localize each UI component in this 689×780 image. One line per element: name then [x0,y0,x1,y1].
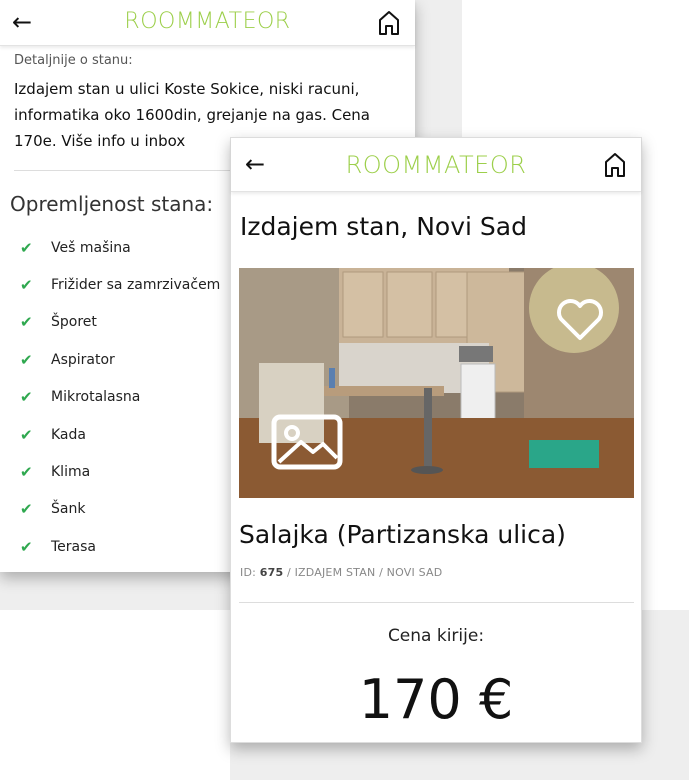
check-icon: ✔ [20,276,33,295]
check-icon: ✔ [20,425,33,444]
amenity-item: ✔ Klima [20,453,220,490]
amenity-item: ✔ Terasa [20,528,220,565]
id-label: ID: [240,566,257,579]
amenity-item: ✔ Mikrotalasna [20,379,220,416]
listing-title: Izdajem stan, Novi Sad [240,212,527,241]
details-label: Detaljnije o stanu: [14,53,133,68]
amenity-label: Klima [51,464,91,481]
location-title: Salajka (Partizanska ulica) [239,520,566,549]
app-logo: ROOMMATEOR [124,9,291,34]
amenity-label: Aspirator [51,351,115,368]
check-icon: ✔ [20,500,33,519]
amenity-item: ✔ Frižider sa zamrzivačem [20,266,220,303]
amenity-item: ✔ Kada [20,416,220,453]
heart-icon[interactable] [556,298,604,342]
amenity-label: Kada [51,426,86,443]
amenity-label: Veš mašina [51,239,131,256]
divider [239,602,634,603]
amenity-item: ✔ Aspirator [20,341,220,378]
breadcrumb: / IZDAJEM STAN / NOVI SAD [287,566,443,579]
amenity-label: Mikrotalasna [51,389,141,406]
app-logo: ROOMMATEOR [345,151,527,179]
equipment-title: Opremljenost stana: [10,192,214,216]
check-icon: ✔ [20,350,33,369]
listing-screen: ← ROOMMATEOR Izdajem stan, Novi Sad Sala… [230,137,642,743]
check-icon: ✔ [20,388,33,407]
check-icon: ✔ [20,537,33,556]
price-label: Cena kirije: [387,626,485,646]
check-icon: ✔ [20,463,33,482]
top-bar: ← ROOMMATEOR [231,138,641,192]
amenity-item: ✔ Šporet [20,304,220,341]
amenity-label: Šporet [51,314,97,331]
home-icon[interactable] [603,152,627,178]
amenity-label: Frižider sa zamrzivačem [51,277,221,294]
check-icon: ✔ [20,238,33,257]
amenity-label: Šank [51,501,86,518]
check-icon: ✔ [20,313,33,332]
top-bar: ← ROOMMATEOR [0,0,415,46]
amenity-item: ✔ Šank [20,491,220,528]
apartment-photo[interactable] [239,268,634,498]
home-icon[interactable] [377,10,401,36]
id-value: 675 [259,566,284,579]
image-icon[interactable] [271,414,343,470]
amenity-label: Terasa [51,538,96,555]
listing-meta: ID: 675 / IZDAJEM STAN / NOVI SAD [240,566,442,579]
price-value: 170 € [358,668,514,731]
amenities-list: ✔ Veš mašina ✔ Frižider sa zamrzivačem ✔ Šp… [20,229,220,566]
amenity-item: ✔ Veš mašina [20,229,220,266]
